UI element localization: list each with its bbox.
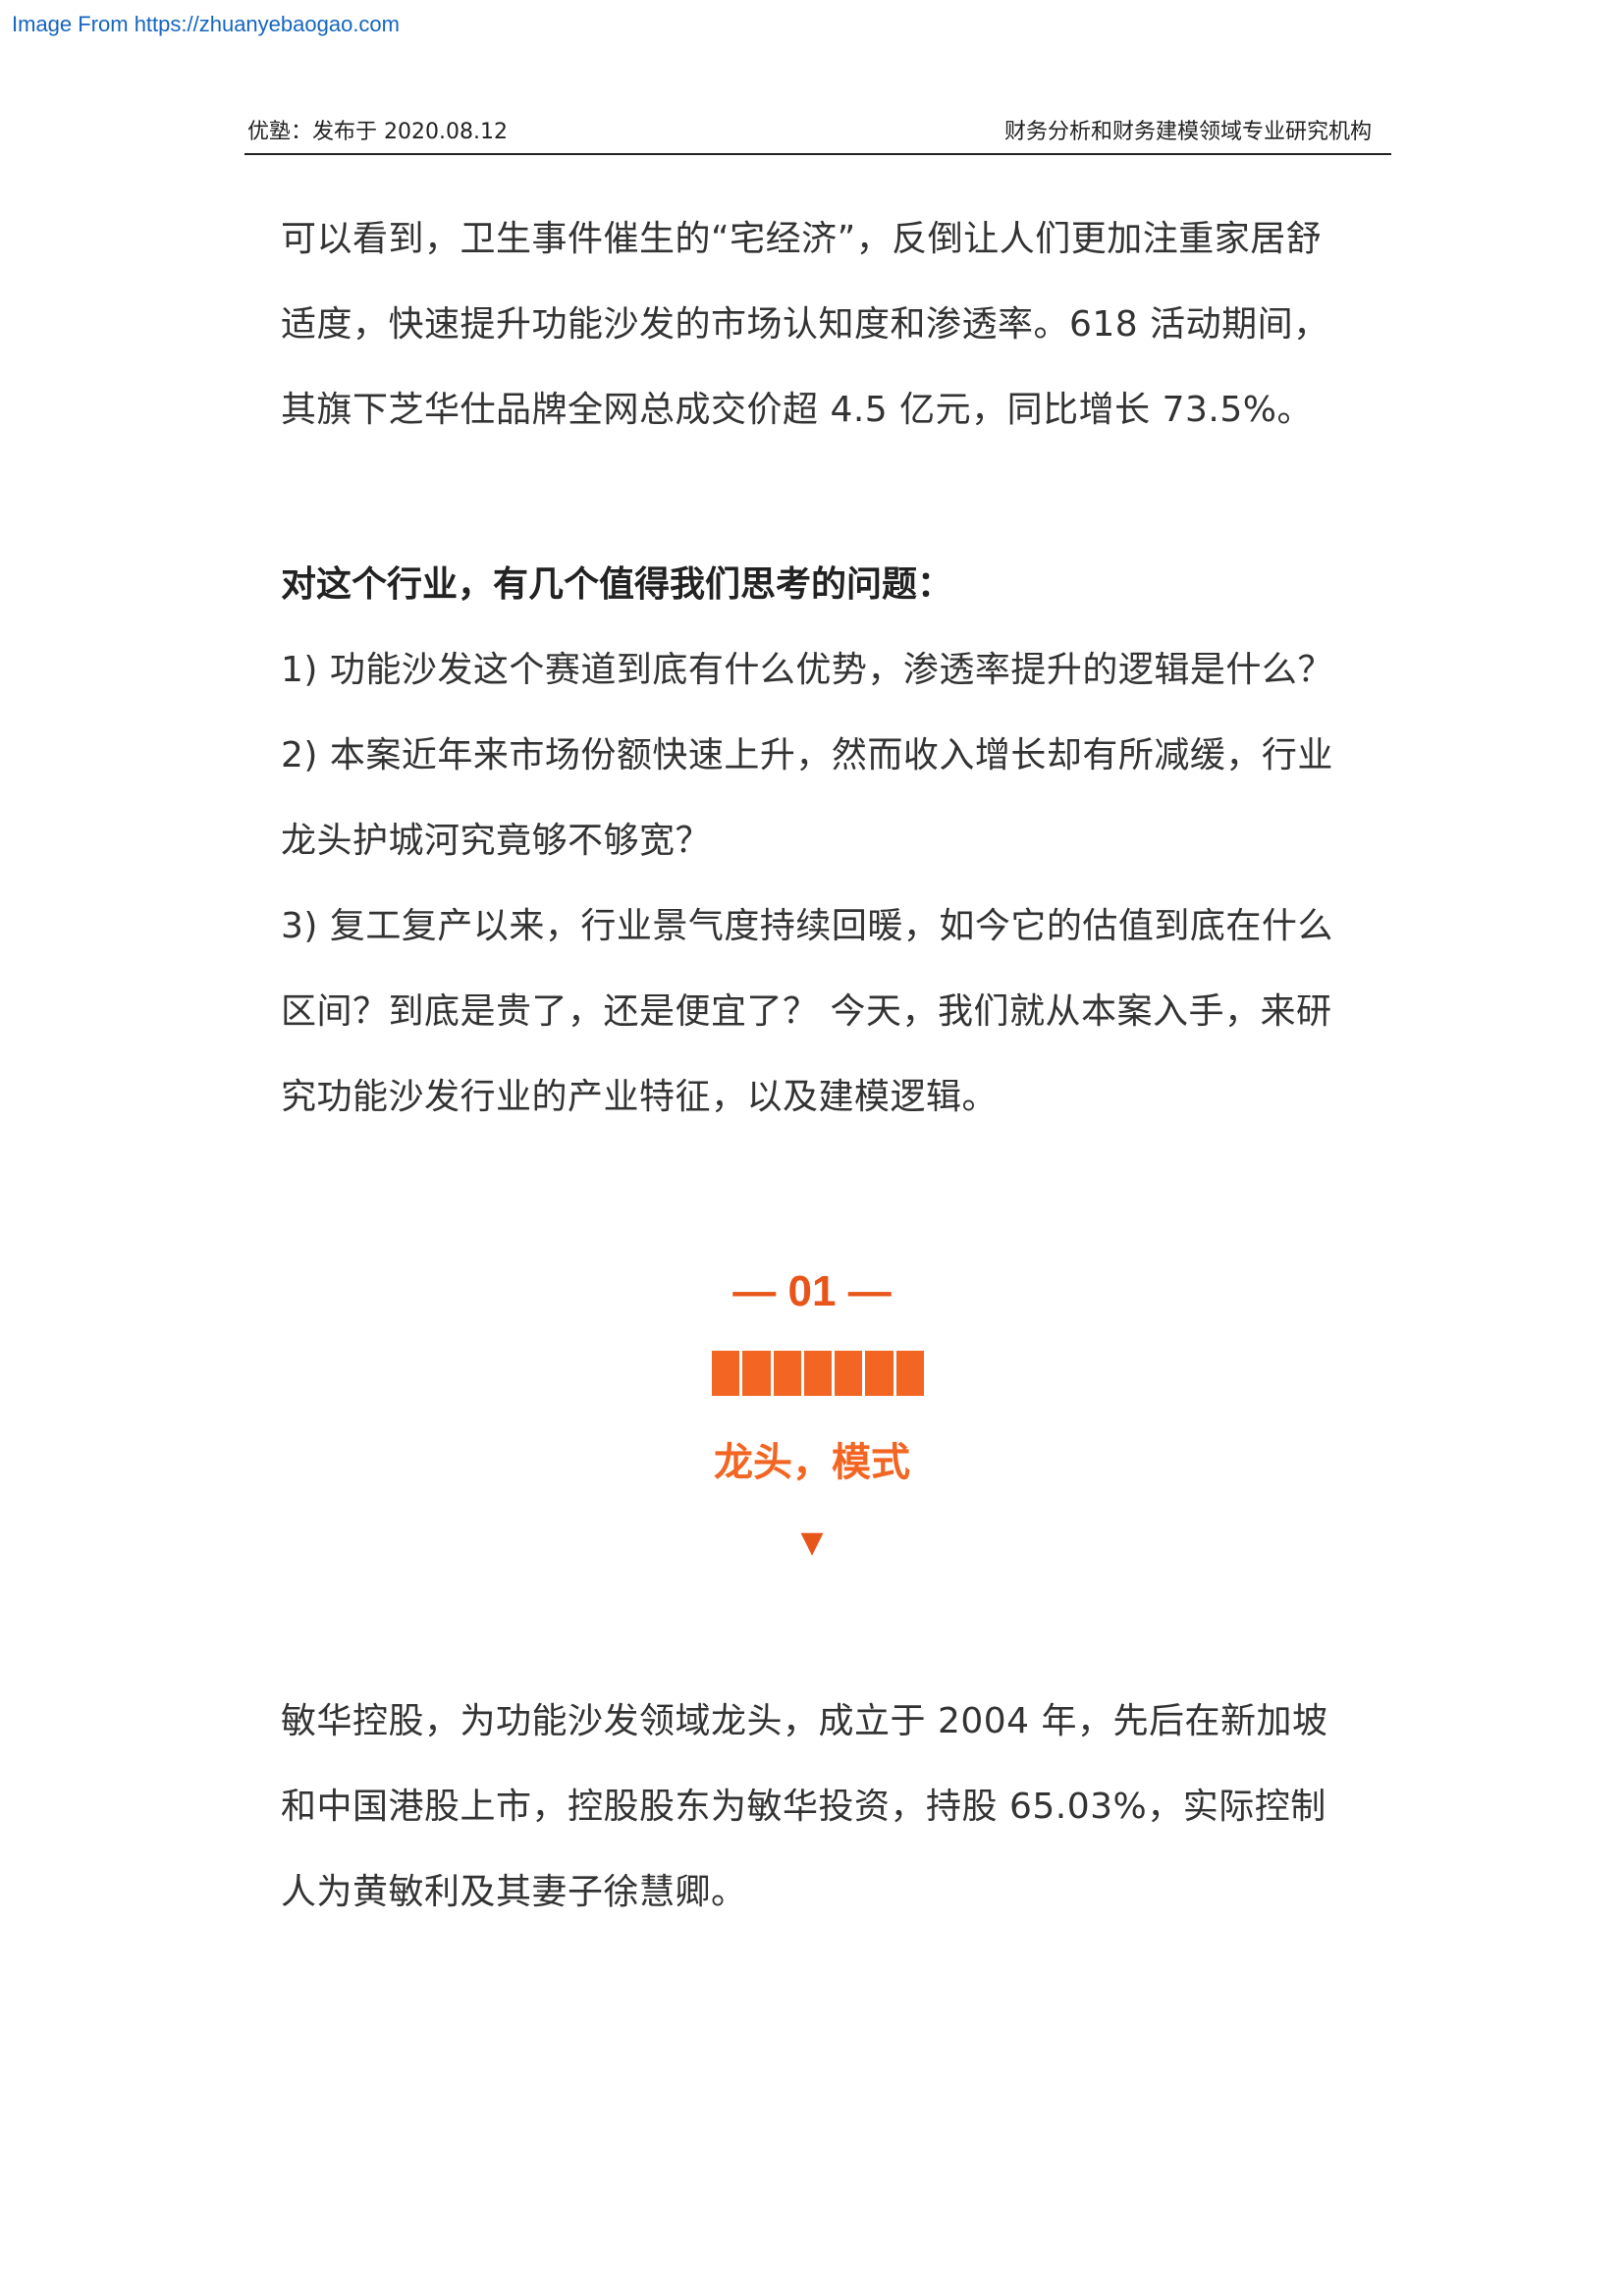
- question-line: 3) 复工复产以来，行业景气度持续回暖，如今它的估值到底在什么: [281, 906, 1333, 946]
- decoration-block: [742, 1351, 771, 1396]
- decoration-block: [835, 1351, 863, 1396]
- question-line: 龙头护城河究竟够不够宽？: [281, 821, 712, 861]
- paragraph-line: 可以看到，卫生事件催生的“宅经济”，反倒让人们更加注重家居舒: [281, 219, 1323, 259]
- paragraph-line: 敏华控股，为功能沙发领域龙头，成立于 2004 年，先后在新加坡: [281, 1701, 1328, 1741]
- decoration-block: [895, 1351, 924, 1396]
- questions-heading: 对这个行业，有几个值得我们思考的问题：: [281, 564, 953, 605]
- paragraph-line: 适度，快速提升功能沙发的市场认知度和渗透率。618 活动期间，: [281, 304, 1329, 345]
- question-line: 2) 本案近年来市场份额快速上升，然而收入增长却有所减缓，行业: [281, 735, 1333, 775]
- page-header: 优塾：发布于 2020.08.12 财务分析和财务建模领域专业研究机构: [244, 116, 1391, 155]
- question-line: 究功能沙发行业的产业特征，以及建模逻辑。: [281, 1077, 999, 1117]
- source-link[interactable]: Image From https://zhuanyebaogao.com: [12, 10, 400, 39]
- organization-tagline: 财务分析和财务建模领域专业研究机构: [1003, 120, 1372, 144]
- question-line: 1) 功能沙发这个赛道到底有什么优势，渗透率提升的逻辑是什么？: [281, 650, 1333, 690]
- decoration-block: [803, 1351, 833, 1396]
- decoration-block: [865, 1351, 893, 1396]
- paragraph-line: 和中国港股上市，控股股东为敏华投资，持股 65.03%，实际控制: [281, 1787, 1326, 1827]
- down-arrow-icon: ▼: [800, 1525, 824, 1560]
- section-title: 龙头，模式: [714, 1440, 910, 1485]
- paragraph-line: 人为黄敏利及其妻子徐慧卿。: [281, 1872, 747, 1912]
- paragraph-line: 其旗下芝华仕品牌全网总成交价超 4.5 亿元，同比增长 73.5%。: [281, 390, 1313, 430]
- section-number: — 01 —: [732, 1267, 892, 1315]
- publish-date: 优塾：发布于 2020.08.12: [247, 120, 508, 144]
- question-line: 区间？到底是贵了，还是便宜了？ 今天，我们就从本案入手，来研: [281, 991, 1332, 1032]
- decoration-block: [773, 1351, 801, 1396]
- section-decoration-blocks: [712, 1351, 924, 1396]
- decoration-block: [712, 1351, 740, 1396]
